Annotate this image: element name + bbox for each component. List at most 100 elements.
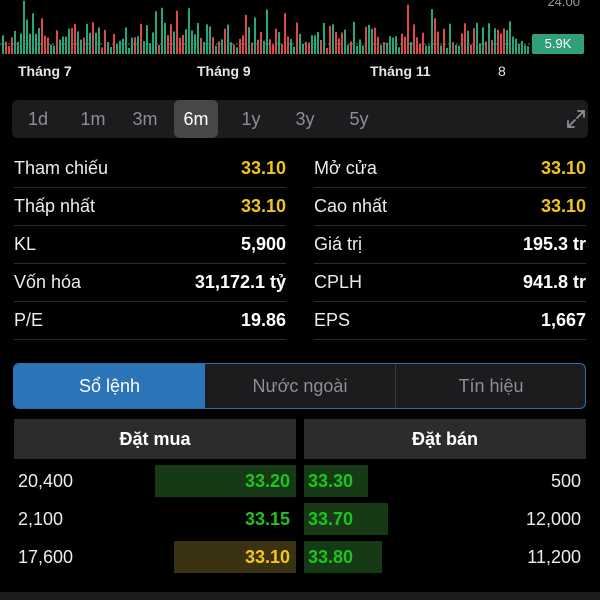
volume-bar <box>290 39 292 54</box>
expand-icon[interactable] <box>566 109 586 129</box>
tab-order-book[interactable]: Sổ lệnh <box>14 364 205 408</box>
volume-bar <box>395 36 397 54</box>
range-1m[interactable]: 1m <box>68 100 118 138</box>
volume-bar <box>59 39 61 54</box>
sell-price: 33.30 <box>308 471 354 491</box>
volume-bar <box>161 7 163 54</box>
volume-bar <box>119 40 121 54</box>
volume-bar <box>233 44 235 54</box>
volume-bar <box>239 39 241 54</box>
volume-bar <box>74 23 76 54</box>
volume-bar <box>101 47 103 54</box>
stat-label: CPLH <box>314 272 363 292</box>
tab-foreign[interactable]: Nước ngoài <box>205 364 395 408</box>
volume-bar <box>497 29 499 54</box>
volume-bar <box>257 39 259 54</box>
volume-bar <box>98 27 100 54</box>
orderbook-row: 20,400 33.20 33.30 500 <box>0 462 600 500</box>
volume-bar <box>482 27 484 54</box>
volume-bar <box>374 27 376 54</box>
volume-bar <box>413 24 415 54</box>
volume-bar <box>338 38 340 54</box>
volume-bar <box>191 30 193 54</box>
sell-price: 33.80 <box>308 547 354 567</box>
volume-bar <box>122 38 124 54</box>
volume-bar <box>404 36 406 54</box>
stat-high-price: Cao nhất 33.10 <box>314 188 586 226</box>
volume-bar <box>509 21 511 54</box>
volume-bar <box>86 23 88 54</box>
sell-header: Đặt bán <box>304 419 586 459</box>
volume-bar <box>62 36 64 54</box>
volume-bar <box>104 29 106 54</box>
volume-bar <box>281 44 283 54</box>
stat-ref-price: Tham chiếu 33.10 <box>14 150 286 188</box>
volume-bar <box>449 23 451 54</box>
volume-bar <box>2 35 4 54</box>
volume-bar <box>446 47 448 54</box>
volume-bar <box>200 37 202 54</box>
volume-bar <box>158 44 160 54</box>
tab-signals[interactable]: Tín hiệu <box>396 364 585 408</box>
stat-low-price: Thấp nhất 33.10 <box>14 188 286 226</box>
range-1y[interactable]: 1y <box>226 100 276 138</box>
sell-qty: 500 <box>550 471 581 491</box>
stat-eps: EPS 1,667 <box>314 302 586 340</box>
volume-bar <box>347 44 349 54</box>
volume-bar <box>173 31 175 54</box>
volume-chart <box>0 0 530 55</box>
volume-bar <box>155 11 157 54</box>
range-6m[interactable]: 6m <box>174 100 218 138</box>
orderbook-row: 17,600 33.10 33.80 11,200 <box>0 538 600 576</box>
stat-label: Vốn hóa <box>14 272 82 292</box>
stat-label: P/E <box>14 310 44 330</box>
range-3m[interactable]: 3m <box>120 100 170 138</box>
volume-bar <box>272 44 274 54</box>
range-3y[interactable]: 3y <box>280 100 330 138</box>
stat-value-traded: Giá trị 195.3 tr <box>314 226 586 264</box>
volume-bar <box>131 37 133 54</box>
stat-label: Thấp nhất <box>14 196 96 216</box>
sell-qty: 12,000 <box>525 509 581 529</box>
sell-price: 33.70 <box>308 509 354 529</box>
volume-bar <box>83 37 85 54</box>
volume-bar <box>518 43 520 54</box>
volume-bar <box>491 39 493 54</box>
volume-bar <box>317 31 319 54</box>
volume-bar <box>365 26 367 54</box>
volume-bar <box>467 30 469 54</box>
range-1d[interactable]: 1d <box>18 100 58 138</box>
volume-bar <box>182 34 184 54</box>
volume-bar <box>440 45 442 54</box>
stat-label: EPS <box>314 310 351 330</box>
stat-label: Mở cửa <box>314 158 377 178</box>
month-label-sep: Tháng 9 <box>197 63 251 79</box>
volume-bar <box>293 46 295 54</box>
volume-bar <box>227 24 229 54</box>
volume-bar <box>116 44 118 54</box>
stat-label: KL <box>14 234 37 254</box>
stat-value: 33.10 <box>540 158 586 178</box>
volume-bar <box>23 0 25 55</box>
volume-bar <box>377 36 379 54</box>
volume-bar <box>392 37 394 54</box>
volume-bar <box>287 36 289 54</box>
volume-bar <box>296 22 298 54</box>
volume-bar <box>65 36 67 54</box>
volume-bar <box>167 35 169 54</box>
volume-bar <box>515 38 517 54</box>
stat-open-price: Mở cửa 33.10 <box>314 150 586 188</box>
range-5y[interactable]: 5y <box>334 100 384 138</box>
stat-value: 33.10 <box>240 196 286 216</box>
stat-market-cap: Vốn hóa 31,172.1 tỷ <box>14 264 286 302</box>
volume-bar <box>458 45 460 54</box>
buy-qty: 2,100 <box>18 509 64 529</box>
volume-bar <box>32 13 34 54</box>
stat-volume: KL 5,900 <box>14 226 286 264</box>
volume-bar <box>368 24 370 54</box>
volume-bar <box>80 39 82 54</box>
volume-bar <box>407 4 409 54</box>
volume-bar <box>242 35 244 54</box>
volume-bar <box>218 41 220 54</box>
volume-bar <box>353 21 355 54</box>
